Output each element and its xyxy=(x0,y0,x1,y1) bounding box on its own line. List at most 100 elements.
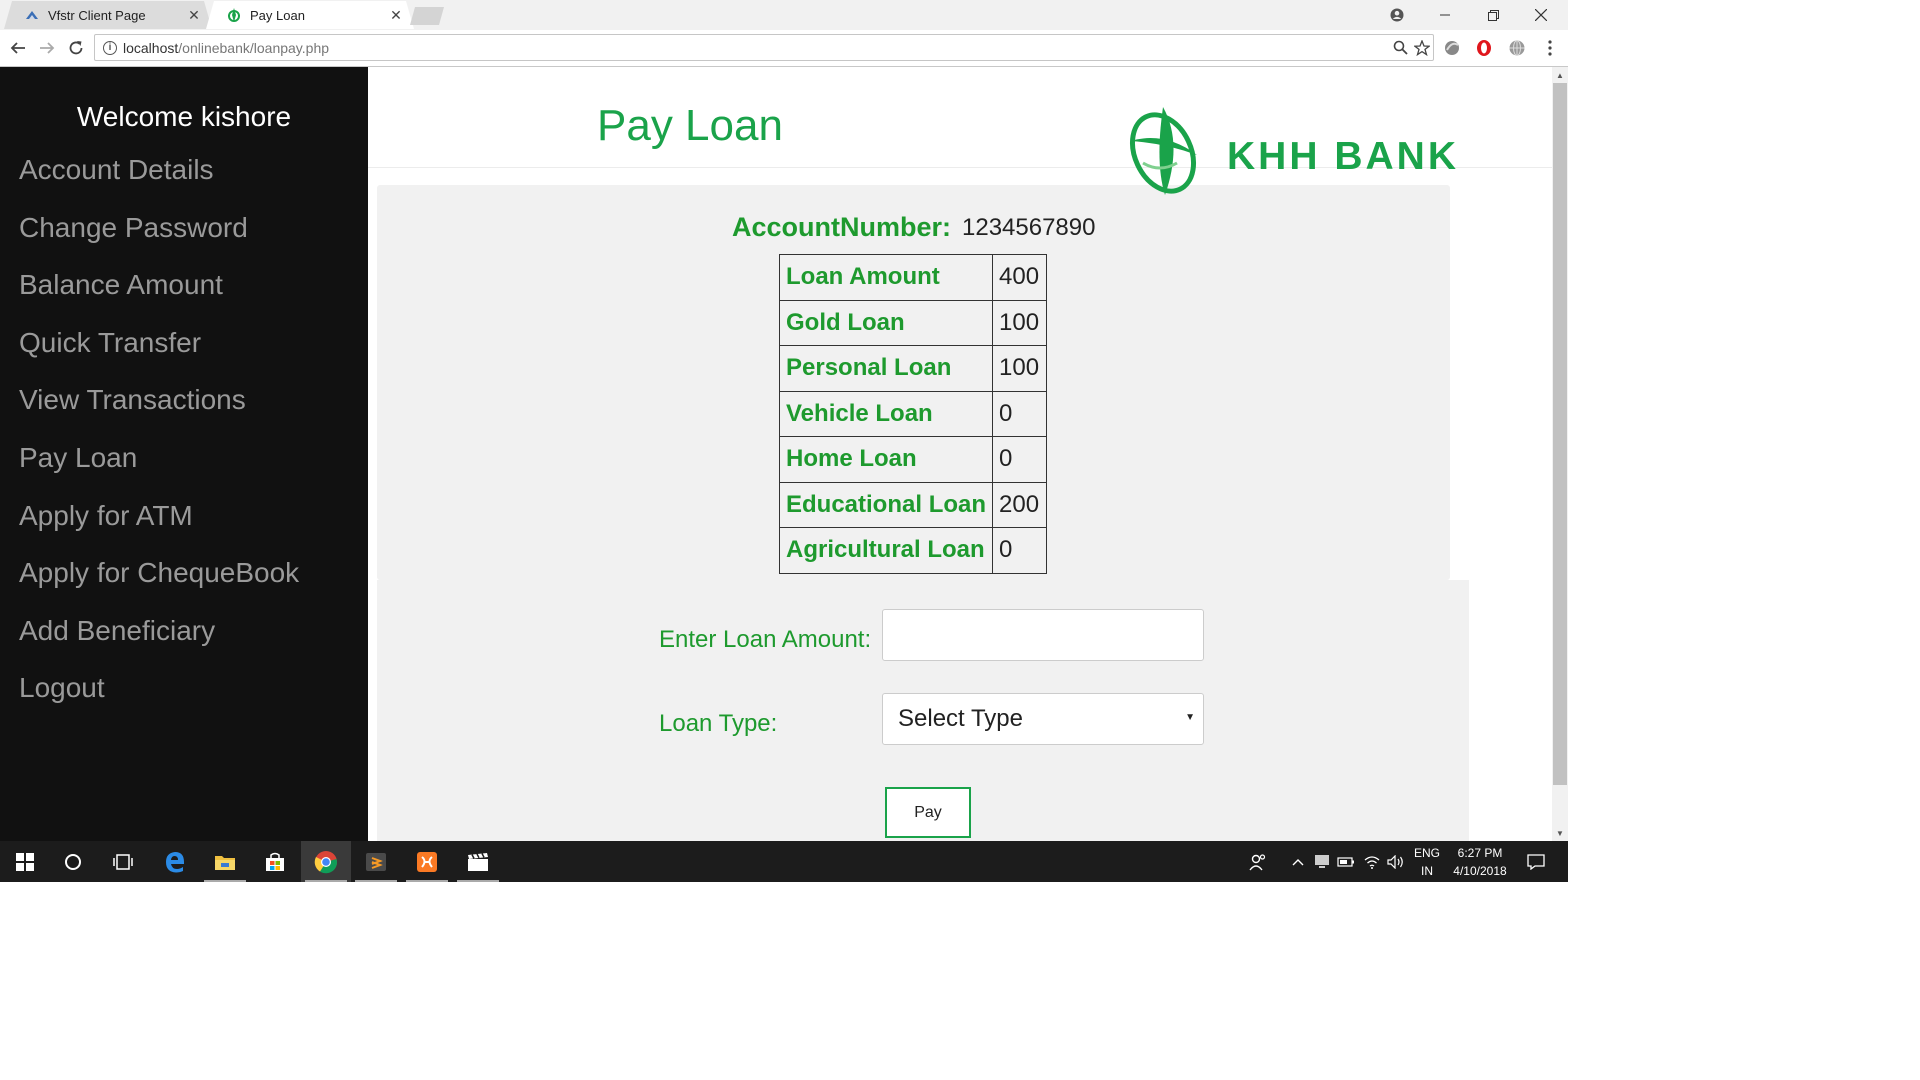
account-number-value: 1234567890 xyxy=(962,214,1096,241)
minimize-icon[interactable] xyxy=(1422,0,1468,30)
table-row: Personal Loan 100 xyxy=(778,345,1048,392)
reload-icon[interactable] xyxy=(64,36,88,60)
loan-label: Agricultural Loan xyxy=(778,527,994,574)
loan-value: 100 xyxy=(992,299,1048,346)
new-tab-button[interactable] xyxy=(410,7,444,25)
language-region: IN xyxy=(1421,864,1433,878)
clock-time[interactable]: 6:27 PM xyxy=(1448,846,1512,860)
loan-type-label: Loan Type: xyxy=(659,710,778,737)
tab-vfstr-client-page[interactable]: Vfstr Client Page ✕ xyxy=(4,1,212,29)
chrome-icon[interactable] xyxy=(301,841,351,882)
video-editor-icon[interactable] xyxy=(453,841,503,882)
loan-value: 0 xyxy=(992,436,1048,483)
khh-bank-favicon-icon xyxy=(226,7,242,23)
battery-icon[interactable] xyxy=(1332,841,1360,882)
pay-button[interactable]: Pay xyxy=(885,787,971,838)
table-row: Educational Loan 200 xyxy=(778,481,1048,528)
profile-icon[interactable] xyxy=(1374,0,1420,30)
loan-value: 0 xyxy=(992,527,1048,574)
loan-table: Loan Amount 400 Gold Loan 100 Personal L… xyxy=(778,254,1048,574)
close-window-icon[interactable] xyxy=(1518,0,1564,30)
tab-close-icon[interactable]: ✕ xyxy=(186,7,202,24)
loan-value: 200 xyxy=(992,481,1048,528)
volume-icon[interactable] xyxy=(1382,841,1410,882)
loan-amount-input[interactable] xyxy=(882,609,1204,661)
url-path: /onlinebank/loanpay.php xyxy=(178,39,330,56)
task-view-icon[interactable] xyxy=(98,841,148,882)
loan-label: Vehicle Loan xyxy=(778,390,994,437)
file-explorer-icon[interactable] xyxy=(200,841,250,882)
loan-label: Personal Loan xyxy=(778,345,994,392)
sidebar-item-apply-chequebook[interactable]: Apply for ChequeBook xyxy=(19,554,299,612)
sidebar-item-balance-amount[interactable]: Balance Amount xyxy=(19,266,299,324)
sidebar-item-pay-loan[interactable]: Pay Loan xyxy=(19,439,299,497)
menu-kebab-icon[interactable] xyxy=(1540,38,1560,58)
sidebar-item-quick-transfer[interactable]: Quick Transfer xyxy=(19,324,299,382)
site-info-icon[interactable]: i xyxy=(103,40,117,55)
action-center-icon[interactable] xyxy=(1518,841,1554,882)
extension-leaf-icon[interactable] xyxy=(1442,38,1462,58)
back-arrow-icon[interactable] xyxy=(6,36,30,60)
sidebar: Welcome kishore Account Details Change P… xyxy=(0,67,368,841)
loan-label: Educational Loan xyxy=(778,481,994,528)
logo-emblem-icon xyxy=(1130,107,1197,195)
loan-label: Loan Amount xyxy=(778,254,994,301)
browser-tab-bar: Vfstr Client Page ✕ Pay Loan ✕ xyxy=(0,0,1568,30)
url-host: localhost xyxy=(123,39,179,56)
store-icon[interactable] xyxy=(250,841,300,882)
table-row: Loan Amount 400 xyxy=(778,254,1048,301)
zoom-icon[interactable] xyxy=(1389,37,1411,59)
account-number-label: AccountNumber: xyxy=(732,212,952,242)
svg-text:KHH BANK: KHH BANK xyxy=(1227,135,1459,178)
loan-label: Home Loan xyxy=(778,436,994,483)
tab-title: Pay Loan xyxy=(250,7,305,23)
table-row: Home Loan 0 xyxy=(778,436,1048,483)
loan-amount-label: Enter Loan Amount: xyxy=(659,626,872,653)
opera-extension-icon[interactable] xyxy=(1474,38,1494,58)
loan-value: 100 xyxy=(992,345,1048,392)
address-bar[interactable]: i localhost/onlinebank/loanpay.php xyxy=(94,34,1434,61)
search-cortana-icon[interactable] xyxy=(48,841,98,882)
tab-pay-loan[interactable]: Pay Loan ✕ xyxy=(206,1,414,29)
globe-extension-icon[interactable] xyxy=(1507,38,1527,58)
language-indicator[interactable]: ENG xyxy=(1410,846,1444,860)
browser-toolbar: i localhost/onlinebank/loanpay.php xyxy=(0,30,1568,67)
windows-taskbar: ENG IN 6:27 PM 4/10/2018 xyxy=(0,841,1568,882)
khh-bank-logo: KHH BANK xyxy=(1125,103,1505,198)
sidebar-item-add-beneficiary[interactable]: Add Beneficiary xyxy=(19,612,299,670)
scroll-up-arrow-icon[interactable]: ▲ xyxy=(1552,67,1568,83)
forward-arrow-icon[interactable] xyxy=(35,36,59,60)
loan-type-select[interactable]: Select Type ▼ xyxy=(882,693,1204,745)
sidebar-menu: Account Details Change Password Balance … xyxy=(19,151,299,727)
scroll-down-arrow-icon[interactable]: ▼ xyxy=(1552,825,1568,841)
windows-start-icon[interactable] xyxy=(0,841,50,882)
xampp-icon[interactable] xyxy=(402,841,452,882)
table-row: Gold Loan 100 xyxy=(778,299,1048,346)
loan-type-selected: Select Type xyxy=(898,705,1023,732)
sidebar-item-logout[interactable]: Logout xyxy=(19,669,299,727)
sidebar-item-apply-atm[interactable]: Apply for ATM xyxy=(19,497,299,555)
loan-value: 400 xyxy=(992,254,1048,301)
sidebar-item-account-details[interactable]: Account Details xyxy=(19,151,299,209)
address-url[interactable]: localhost/onlinebank/loanpay.php xyxy=(123,40,1389,56)
loan-value: 0 xyxy=(992,390,1048,437)
main-content: Pay Loan KHH BANK AccountNumber: 1234567… xyxy=(368,67,1552,841)
clock-date: 4/10/2018 xyxy=(1453,864,1507,878)
people-icon[interactable] xyxy=(1238,841,1278,882)
sidebar-item-change-password[interactable]: Change Password xyxy=(19,209,299,267)
restore-icon[interactable] xyxy=(1470,0,1516,30)
vfstr-favicon-icon xyxy=(24,7,40,23)
page-title: Pay Loan xyxy=(597,101,783,150)
table-row: Vehicle Loan 0 xyxy=(778,390,1048,437)
welcome-text: Welcome kishore xyxy=(76,101,292,132)
sublime-text-icon[interactable] xyxy=(351,841,401,882)
sidebar-item-view-transactions[interactable]: View Transactions xyxy=(19,381,299,439)
bookmark-star-icon[interactable] xyxy=(1411,37,1433,59)
scroll-thumb[interactable] xyxy=(1553,83,1567,785)
table-row: Agricultural Loan 0 xyxy=(778,527,1048,574)
edge-browser-icon[interactable] xyxy=(150,841,200,882)
tab-close-icon[interactable]: ✕ xyxy=(388,7,404,24)
page-scrollbar[interactable]: ▲ ▼ xyxy=(1552,67,1568,841)
loan-label: Gold Loan xyxy=(778,299,994,346)
dropdown-arrow-icon: ▼ xyxy=(1185,712,1195,723)
